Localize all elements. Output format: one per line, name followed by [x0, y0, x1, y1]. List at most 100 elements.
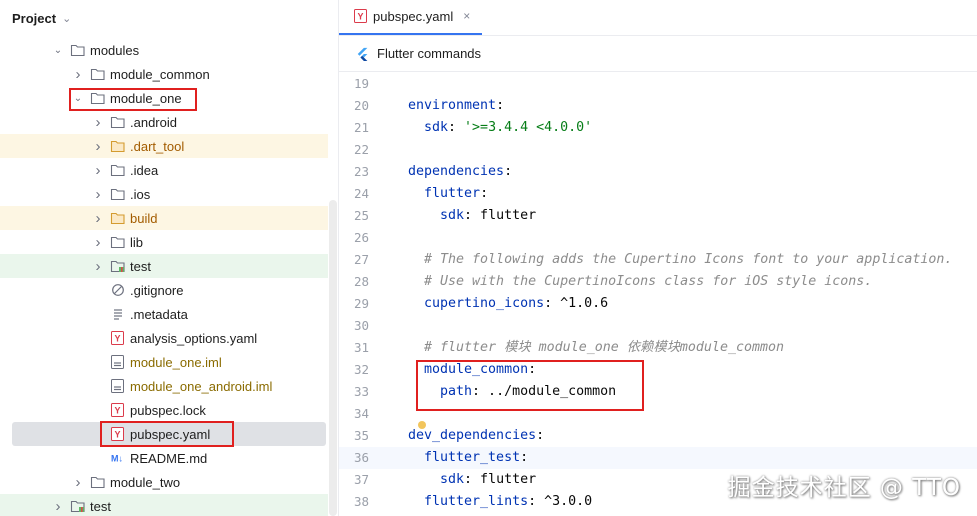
yaml-file-icon: Y	[110, 331, 126, 345]
code-line[interactable]: 30	[339, 315, 977, 337]
code-line[interactable]: 20 environment:	[339, 95, 977, 117]
flutter-commands-bar[interactable]: Flutter commands	[339, 36, 977, 72]
folder-icon	[110, 187, 126, 201]
markdown-icon: M↓	[110, 451, 126, 465]
tree-scrollbar[interactable]	[329, 200, 337, 516]
line-number: 23	[353, 164, 369, 179]
code-line[interactable]: 31 # flutter 模块 module_one 依赖模块module_co…	[339, 337, 977, 359]
code-token: : ^1.0.6	[544, 296, 609, 311]
editor: Y pubspec.yaml × Flutter commands 19 20 en…	[339, 0, 977, 516]
tree-item-ios[interactable]: › .ios	[0, 182, 328, 206]
line-number: 33	[353, 384, 369, 399]
chevron-right-icon[interactable]: ›	[92, 138, 104, 155]
tree-item-label: analysis_options.yaml	[130, 330, 258, 346]
chevron-right-icon[interactable]: ›	[92, 234, 104, 251]
tab-label: pubspec.yaml	[373, 8, 454, 24]
watermark: 掘金技术社区 @ TTO	[727, 475, 961, 501]
tree-item-label: .ios	[130, 186, 151, 202]
code-text: sdk: '>=3.4.4 <4.0.0'	[408, 117, 592, 139]
tree-item-gitignore[interactable]: .gitignore	[0, 278, 328, 302]
svg-text:M↓: M↓	[111, 454, 123, 464]
code-line[interactable]: 35 dev_dependencies:	[339, 421, 977, 447]
code-token: :	[504, 164, 513, 179]
tree-item-lib[interactable]: › lib	[0, 230, 328, 254]
code-comment: # Use with the CupertinoIcons class for …	[408, 274, 873, 289]
folder-icon	[70, 43, 86, 57]
line-number: 37	[353, 472, 369, 487]
chevron-right-icon[interactable]: ›	[92, 258, 104, 275]
chevron-down-icon[interactable]: ⌄	[52, 45, 64, 56]
chevron-right-icon[interactable]: ›	[92, 210, 104, 227]
flutter-logo-icon	[357, 47, 368, 61]
code-area[interactable]: 19 20 environment: 21 sdk: '>=3.4.4 <4.0.0'…	[339, 73, 977, 516]
code-line[interactable]: 29 cupertino_icons: ^1.0.6	[339, 293, 977, 315]
tree-item-label: module_two	[110, 474, 181, 490]
line-number: 30	[353, 318, 369, 333]
pubspec-yaml-highlight	[100, 421, 234, 447]
editor-tab-bar: Y pubspec.yaml ×	[339, 0, 977, 36]
tree-item-pubspec-lock[interactable]: Ypubspec.lock	[0, 398, 328, 422]
tree-item-label: test	[90, 498, 111, 514]
close-tab-icon[interactable]: ×	[463, 9, 470, 23]
code-line[interactable]: 23 dependencies:	[339, 161, 977, 183]
folder-icon	[110, 163, 126, 177]
code-line[interactable]: 36 flutter_test:	[339, 447, 977, 469]
chevron-right-icon[interactable]: ›	[72, 66, 84, 83]
chevron-right-icon[interactable]: ›	[92, 162, 104, 179]
code-line[interactable]: 24 flutter:	[339, 183, 977, 205]
tree-item-module-one-iml[interactable]: module_one.iml	[0, 350, 328, 374]
module-one-highlight	[69, 88, 197, 111]
svg-text:Y: Y	[114, 406, 120, 416]
tree-item-idea[interactable]: › .idea	[0, 158, 328, 182]
line-number: 34	[353, 406, 369, 421]
code-string: '>=3.4.4 <4.0.0'	[464, 120, 593, 135]
tab-pubspec-yaml[interactable]: Y pubspec.yaml ×	[339, 0, 483, 35]
chevron-right-icon[interactable]: ›	[92, 186, 104, 203]
tree-item-module-one-android-iml[interactable]: module_one_android.iml	[0, 374, 328, 398]
line-number: 28	[353, 274, 369, 289]
project-view-selector[interactable]: Project ⌄	[0, 0, 338, 36]
code-token: : flutter	[464, 208, 537, 223]
tree-item-module-two[interactable]: › module_two	[0, 470, 328, 494]
tree-item-label: module_one.iml	[130, 354, 222, 370]
code-line[interactable]: 26	[339, 227, 977, 249]
yaml-file-icon: Y	[354, 9, 367, 23]
tree-item-modules[interactable]: ⌄ modules	[0, 38, 328, 62]
tree-item-module-common[interactable]: › module_common	[0, 62, 328, 86]
chevron-down-icon[interactable]: ⌄	[62, 12, 71, 25]
code-line[interactable]: 25 sdk: flutter	[339, 205, 977, 227]
tree-item-readme-md[interactable]: M↓ README.md	[0, 446, 328, 470]
line-number: 29	[353, 296, 369, 311]
tree-item-label: README.md	[130, 450, 208, 466]
chevron-right-icon[interactable]: ›	[72, 474, 84, 491]
code-line[interactable]: 21 sdk: '>=3.4.4 <4.0.0'	[339, 117, 977, 139]
code-token: :	[480, 186, 489, 201]
code-line[interactable]: 28 # Use with the CupertinoIcons class f…	[339, 271, 977, 293]
tree-item-build[interactable]: › build	[0, 206, 328, 230]
code-line[interactable]: 22	[339, 139, 977, 161]
iml-file-icon	[110, 355, 126, 369]
tree-item-analysis-options-yaml[interactable]: Yanalysis_options.yaml	[0, 326, 328, 350]
yaml-key: environment	[408, 98, 497, 113]
tree-item-metadata[interactable]: .metadata	[0, 302, 328, 326]
tree-item-dart-tool[interactable]: › .dart_tool	[0, 134, 328, 158]
folder-icon	[110, 235, 126, 249]
line-number: 22	[353, 142, 369, 157]
code-text: sdk: flutter	[408, 469, 536, 491]
chevron-right-icon[interactable]: ›	[92, 114, 104, 131]
line-number: 38	[353, 494, 369, 509]
test-folder-icon	[70, 499, 86, 513]
code-line[interactable]: 19	[339, 73, 977, 95]
tree-item-test[interactable]: › test	[0, 494, 328, 516]
tree-item-label: .dart_tool	[130, 138, 185, 154]
text-file-icon	[110, 307, 126, 321]
line-number: 21	[353, 120, 369, 135]
tree-item-test[interactable]: › test	[0, 254, 328, 278]
gutter-marker-icon[interactable]	[418, 421, 426, 429]
tree-item-label: lib	[130, 234, 144, 250]
code-line[interactable]: 27 # The following adds the Cupertino Ic…	[339, 249, 977, 271]
code-text: environment:	[408, 95, 504, 117]
module-common-dependency-highlight	[416, 360, 644, 411]
chevron-right-icon[interactable]: ›	[52, 498, 64, 515]
tree-item-android[interactable]: › .android	[0, 110, 328, 134]
